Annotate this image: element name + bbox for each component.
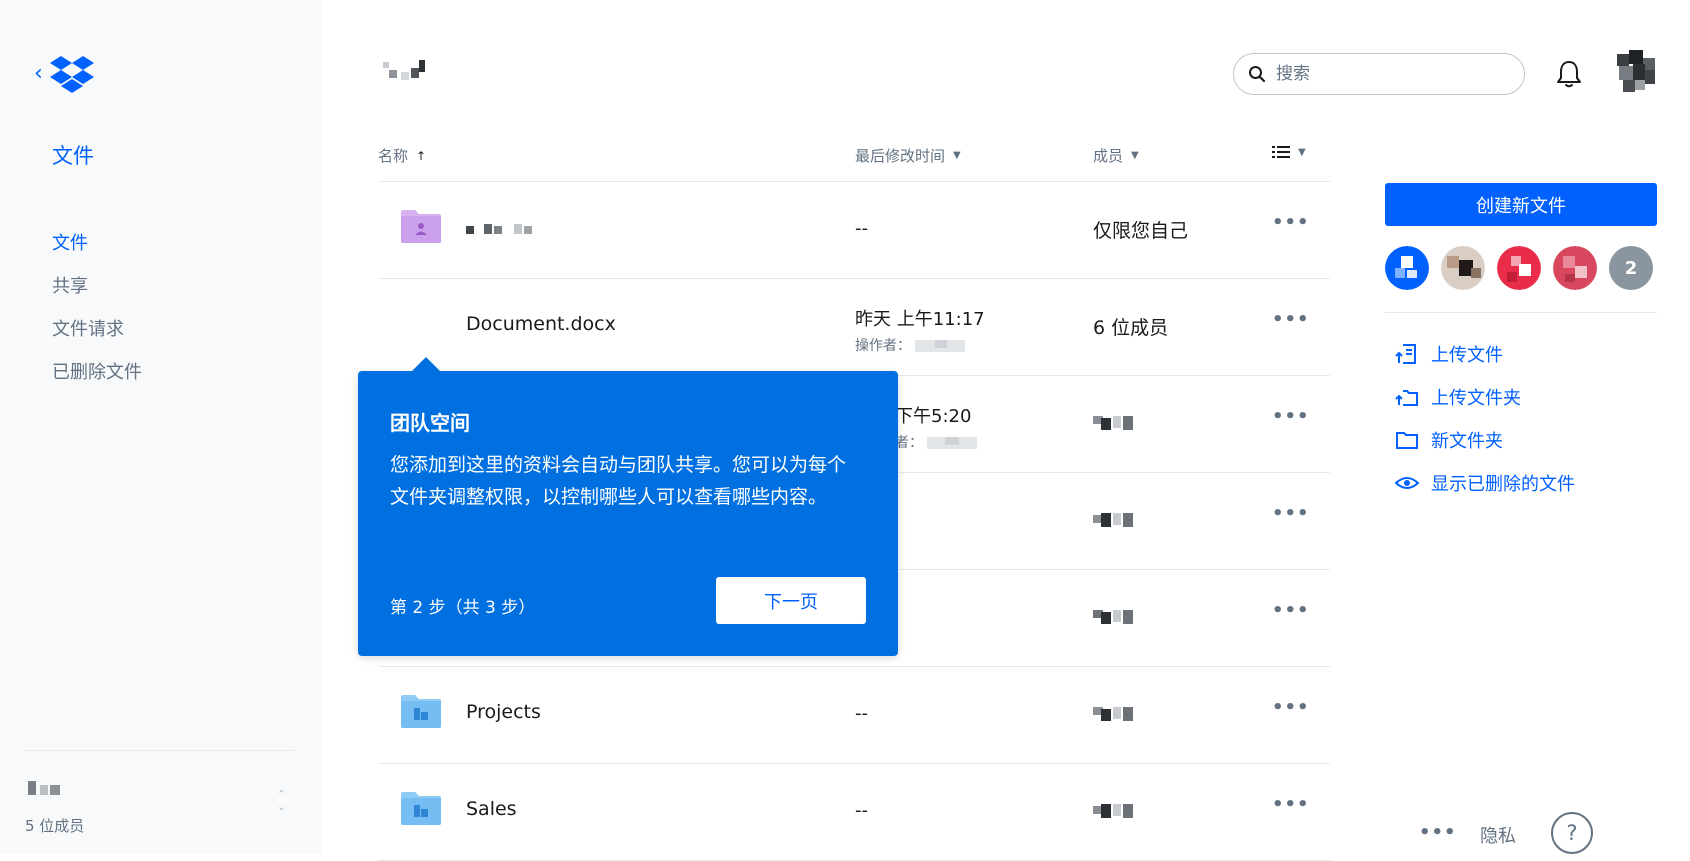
tooltip-title: 团队空间	[390, 411, 470, 435]
folder-shared-purple-icon	[401, 210, 441, 243]
team-member-count: 5 位成员	[25, 817, 85, 835]
new-folder-icon	[1396, 431, 1418, 449]
more-options-icon[interactable]: •••	[1272, 503, 1310, 524]
folder-team-icon	[401, 695, 441, 728]
user-avatar[interactable]	[1615, 50, 1657, 94]
more-options-icon[interactable]: •••	[1272, 212, 1310, 233]
show-deleted-files-action[interactable]: 显示已删除的文件	[1395, 461, 1575, 504]
footer-more-icon[interactable]: •••	[1419, 822, 1457, 843]
tooltip-body: 您添加到这里的资料会自动与团队共享。您可以为每个文件夹调整权限，以控制哪些人可以…	[390, 454, 847, 508]
brand[interactable]: ‹	[34, 54, 95, 94]
file-name-redacted	[466, 224, 532, 234]
row-members: 仅限您自己	[1093, 220, 1189, 242]
row-modified: --	[855, 703, 868, 724]
row-modified: --	[855, 218, 868, 239]
search-icon	[1249, 66, 1266, 83]
caret-down-icon: ▼	[953, 150, 961, 161]
privacy-link[interactable]: 隐私	[1480, 822, 1516, 848]
tooltip-arrow	[412, 357, 440, 371]
member-avatar[interactable]	[1497, 246, 1541, 290]
search-box[interactable]	[1233, 53, 1525, 95]
sidebar-title[interactable]: 文件	[52, 140, 94, 170]
table-row[interactable]: -- 仅限您自己 •••	[378, 182, 1330, 279]
table-row[interactable]: Document.docx 昨天 上午11:17 操作者： 6 位成员 •••	[378, 279, 1330, 376]
members-redacted	[1093, 707, 1133, 721]
tooltip-step-indicator: 第 2 步（共 3 步）	[390, 598, 536, 618]
sidebar: ‹ 文件 文件 共享 文件请求 已删除文件 5 位成员 ⌃ ⌄	[0, 0, 322, 854]
team-switch-chevron-icon[interactable]: ⌃ ⌄	[277, 789, 286, 813]
eye-icon	[1395, 476, 1419, 489]
more-options-icon[interactable]: •••	[1272, 600, 1310, 621]
row-modified-by: 操作者：	[855, 335, 985, 355]
members-redacted	[1093, 610, 1133, 624]
row-modified: 昨天 上午11:17 操作者：	[855, 305, 985, 355]
member-avatar[interactable]	[1441, 246, 1485, 290]
row-file-name[interactable]: Sales	[466, 798, 517, 820]
onboarding-tooltip: 团队空间 您添加到这里的资料会自动与团队共享。您可以为每个文件夹调整权限，以控制…	[358, 357, 898, 656]
table-header: 名称 ↑ 最后修改时间 ▼ 成员 ▼ ▼	[378, 135, 1330, 182]
folder-team-icon	[401, 792, 441, 825]
more-options-icon[interactable]: •••	[1272, 794, 1310, 815]
new-folder-action[interactable]: 新文件夹	[1395, 418, 1575, 461]
dropbox-logo-icon[interactable]	[49, 54, 95, 94]
table-row[interactable]: Projects -- •••	[378, 667, 1330, 764]
view-options-button[interactable]: ▼	[1272, 145, 1306, 159]
members-redacted	[1093, 513, 1133, 527]
more-options-icon[interactable]: •••	[1272, 309, 1310, 330]
upload-file-action[interactable]: 上传文件	[1395, 332, 1575, 375]
upload-folder-icon	[1395, 389, 1418, 406]
team-switcher[interactable]: 5 位成员 ⌃ ⌄	[24, 750, 294, 854]
sidebar-item-shared[interactable]: 共享	[52, 265, 142, 308]
action-list: 上传文件 上传文件夹 新文件夹 显示已删除的文件	[1395, 332, 1575, 504]
row-file-name[interactable]: Document.docx	[466, 313, 616, 335]
more-options-icon[interactable]: •••	[1272, 697, 1310, 718]
member-avatar[interactable]	[1553, 246, 1597, 290]
sidebar-item-deleted-files[interactable]: 已删除文件	[52, 351, 142, 394]
divider	[1385, 312, 1657, 313]
modifier-name-redacted	[915, 340, 965, 352]
modifier-name-redacted	[927, 437, 977, 449]
member-avatar[interactable]	[1385, 246, 1429, 290]
create-new-file-button[interactable]: 创建新文件	[1385, 183, 1657, 226]
breadcrumb-redacted	[383, 60, 425, 80]
caret-down-icon: ▼	[1131, 150, 1139, 161]
upload-folder-action[interactable]: 上传文件夹	[1395, 375, 1575, 418]
caret-down-icon: ▼	[1298, 146, 1306, 158]
team-name-redacted	[28, 781, 60, 795]
upload-file-icon	[1395, 343, 1416, 364]
sidebar-nav: 文件 共享 文件请求 已删除文件	[52, 222, 142, 394]
members-redacted	[1093, 804, 1133, 818]
bell-icon[interactable]	[1555, 59, 1583, 89]
column-header-name[interactable]: 名称 ↑	[378, 145, 426, 166]
column-header-members[interactable]: 成员 ▼	[1093, 145, 1139, 166]
column-header-modified[interactable]: 最后修改时间 ▼	[855, 145, 961, 166]
members-redacted	[1093, 416, 1133, 430]
member-overflow-count[interactable]: 2	[1609, 246, 1653, 290]
sort-ascending-icon: ↑	[416, 148, 427, 163]
member-avatars: 2	[1385, 246, 1653, 290]
table-row[interactable]: Sales -- •••	[378, 764, 1330, 861]
next-button[interactable]: 下一页	[716, 577, 866, 624]
chevron-left-icon[interactable]: ‹	[34, 63, 43, 85]
search-input[interactable]	[1276, 64, 1496, 84]
row-modified-time: 昨天 上午11:17	[855, 309, 985, 330]
row-file-name[interactable]: Projects	[466, 701, 541, 723]
list-view-icon	[1272, 146, 1290, 158]
sidebar-item-file-requests[interactable]: 文件请求	[52, 308, 142, 351]
sidebar-item-files[interactable]: 文件	[52, 222, 142, 265]
more-options-icon[interactable]: •••	[1272, 406, 1310, 427]
row-members: 6 位成员	[1093, 317, 1169, 339]
row-modified: --	[855, 800, 868, 821]
help-icon[interactable]: ?	[1551, 812, 1593, 854]
